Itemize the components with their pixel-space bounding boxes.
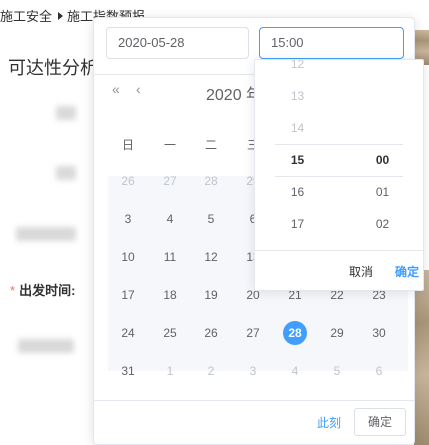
date-input[interactable]: 2020-05-28 xyxy=(106,27,249,59)
day-number: 6 xyxy=(375,364,383,378)
calendar-day[interactable]: 5 xyxy=(191,204,231,234)
day-number: 2 xyxy=(207,364,215,378)
blurred-label xyxy=(18,339,74,353)
calendar-day[interactable]: 29 xyxy=(317,318,357,348)
departure-time-label: * 出发时间: xyxy=(10,280,75,299)
hour-column[interactable]: 12131415161718 xyxy=(255,60,340,250)
calendar-day[interactable]: 24 xyxy=(108,318,148,348)
minute-option[interactable]: 00 xyxy=(340,144,423,176)
calendar-day[interactable]: 2 xyxy=(191,356,231,386)
selection-line-top xyxy=(275,144,403,145)
hour-option[interactable]: 17 xyxy=(255,208,340,240)
day-number: 4 xyxy=(166,212,174,226)
day-number: 26 xyxy=(121,174,135,188)
calendar-day[interactable]: 30 xyxy=(359,318,399,348)
minute-option[interactable]: 03 xyxy=(340,240,423,250)
day-number: 11 xyxy=(163,250,177,264)
day-number: 24 xyxy=(121,326,135,340)
confirm-button[interactable]: 确定 xyxy=(354,408,406,436)
calendar-day[interactable]: 25 xyxy=(150,318,190,348)
breadcrumb-item-construction-safety[interactable]: 施工安全 xyxy=(0,9,52,24)
time-confirm-button[interactable]: 确定 xyxy=(395,263,419,280)
blurred-label xyxy=(16,227,76,241)
day-number: 25 xyxy=(163,326,177,340)
picker-footer: 此刻 确定 xyxy=(94,400,414,444)
weekday-label: 日 xyxy=(121,138,134,152)
day-number: 27 xyxy=(246,326,260,340)
hour-option[interactable]: 14 xyxy=(255,112,340,144)
time-input[interactable]: 15:00 xyxy=(259,27,404,59)
calendar-day[interactable]: 3 xyxy=(108,204,148,234)
time-spinner-panel: 12131415161718 00010203 取消 确定 xyxy=(254,59,424,291)
app-stage: 施工安全施工指数预报 可达性分析 *出发时间: 2020-05-28 15:00… xyxy=(0,0,429,445)
section-title: 可达性分析 xyxy=(8,58,98,78)
calendar-day[interactable]: 28 xyxy=(191,166,231,196)
required-asterisk: * xyxy=(10,283,16,298)
calendar-day[interactable]: 3 xyxy=(233,356,273,386)
calendar-day[interactable]: 26 xyxy=(108,166,148,196)
datetime-picker-panel: 2020-05-28 15:00 « ‹ 2020 年 日一二三 26 27 28 2… xyxy=(93,17,424,445)
minute-option[interactable]: 02 xyxy=(340,208,423,240)
hour-option[interactable]: 16 xyxy=(255,176,340,208)
day-number: 18 xyxy=(163,288,177,302)
calendar-day[interactable]: 18 xyxy=(150,280,190,310)
day-number: 19 xyxy=(204,288,218,302)
calendar-day[interactable]: 27 xyxy=(150,166,190,196)
prev-month-icon[interactable]: ‹ xyxy=(136,81,141,97)
calendar-day[interactable]: 17 xyxy=(108,280,148,310)
day-number: 10 xyxy=(121,250,135,264)
day-number: 30 xyxy=(372,326,386,340)
calendar-day[interactable]: 11 xyxy=(150,242,190,272)
hour-option[interactable]: 12 xyxy=(255,60,340,80)
day-number: 29 xyxy=(330,326,344,340)
day-number: 3 xyxy=(124,212,132,226)
day-number: 31 xyxy=(121,364,135,378)
calendar-day[interactable]: 4 xyxy=(150,204,190,234)
day-number: 28 xyxy=(283,321,307,345)
time-panel-footer: 取消 确定 xyxy=(255,250,423,290)
calendar-day[interactable]: 5 xyxy=(317,356,357,386)
time-cancel-button[interactable]: 取消 xyxy=(349,263,373,280)
weekday-label: 二 xyxy=(204,138,217,152)
calendar-day[interactable]: 26 xyxy=(191,318,231,348)
calendar-day[interactable]: 19 xyxy=(191,280,231,310)
calendar-day[interactable]: 31 xyxy=(108,356,148,386)
day-number: 5 xyxy=(333,364,341,378)
hour-option[interactable]: 13 xyxy=(255,80,340,112)
departure-time-label-text: 出发时间: xyxy=(19,283,76,298)
hour-option[interactable]: 18 xyxy=(255,240,340,250)
calendar-day[interactable]: 10 xyxy=(108,242,148,272)
calendar-day[interactable]: 4 xyxy=(275,356,315,386)
day-number: 1 xyxy=(166,364,174,378)
day-number: 27 xyxy=(163,174,177,188)
prev-year-icon[interactable]: « xyxy=(112,81,120,97)
calendar-day[interactable]: 1 xyxy=(150,356,190,386)
minute-option[interactable]: 01 xyxy=(340,176,423,208)
calendar-day[interactable]: 27 xyxy=(233,318,273,348)
day-number: 12 xyxy=(204,250,218,264)
weekday-label: 一 xyxy=(163,138,176,152)
calendar-day[interactable]: 12 xyxy=(191,242,231,272)
hour-option[interactable]: 15 xyxy=(255,144,340,176)
day-number: 4 xyxy=(291,364,299,378)
map-thumbnail xyxy=(414,270,429,445)
day-number: 26 xyxy=(204,326,218,340)
day-number: 28 xyxy=(204,174,218,188)
now-link[interactable]: 此刻 xyxy=(317,414,341,431)
breadcrumb-separator-icon xyxy=(58,12,64,20)
blurred-label xyxy=(56,106,76,120)
blurred-label xyxy=(56,166,76,180)
minute-column[interactable]: 00010203 xyxy=(340,60,423,250)
selection-line-bottom xyxy=(275,176,403,177)
day-number: 3 xyxy=(249,364,257,378)
selected-day[interactable]: 28 xyxy=(275,318,315,348)
calendar-day[interactable]: 6 xyxy=(359,356,399,386)
day-number: 17 xyxy=(121,288,135,302)
day-number: 5 xyxy=(207,212,215,226)
